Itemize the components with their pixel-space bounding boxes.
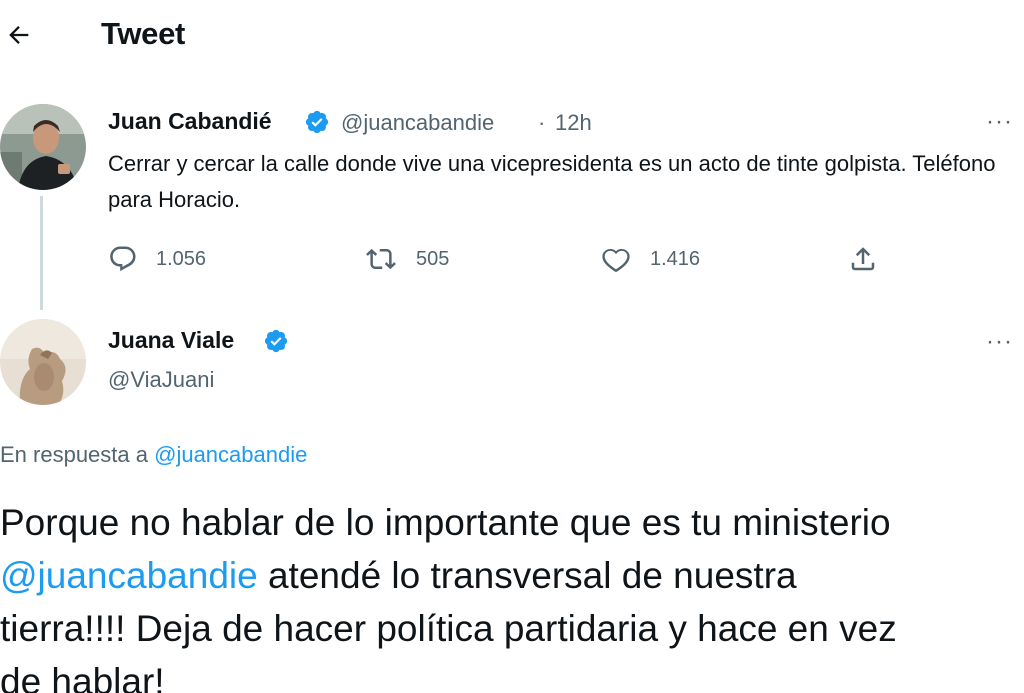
reply-prefix: En respuesta a	[0, 442, 148, 467]
retweet-icon	[366, 248, 396, 270]
author-handle-2[interactable]: @ViaJuani	[108, 367, 214, 393]
retweet-count: 505	[416, 247, 450, 270]
tweet-body-2: Porque no hablar de lo importante que es…	[0, 496, 1024, 693]
tweet-body: Cerrar y cercar la calle donde vive una …	[108, 151, 996, 212]
author-handle[interactable]: @juancabandie	[341, 110, 494, 136]
reply-icon	[110, 246, 136, 272]
like-button[interactable]: 1.416	[600, 243, 700, 275]
retweet-button[interactable]: 505	[364, 243, 449, 275]
share-icon	[851, 247, 875, 271]
tweet-body-line1: Porque no hablar de lo importante que es…	[0, 502, 891, 543]
avatar-juan-cabandie[interactable]	[0, 104, 86, 190]
reply-count: 1.056	[156, 247, 207, 270]
reply-context: En respuesta a @juancabandie	[0, 442, 307, 468]
arrow-left-icon	[9, 26, 29, 44]
top-bar: Tweet	[0, 0, 1024, 72]
author-name[interactable]: Juan Cabandié	[108, 108, 272, 135]
verified-badge-icon	[305, 110, 329, 134]
verified-badge-icon-2	[264, 329, 288, 353]
heart-icon	[602, 248, 630, 273]
share-button[interactable]	[848, 243, 878, 275]
back-button[interactable]	[2, 18, 36, 52]
reply-button[interactable]: 1.056	[108, 243, 206, 275]
like-count: 1.416	[650, 247, 701, 270]
more-options-button-2[interactable]: ···	[986, 330, 1013, 354]
mention-link[interactable]: @juancabandie	[0, 555, 258, 596]
page-title: Tweet	[101, 16, 186, 51]
reply-mention-link[interactable]: @juancabandie	[154, 442, 307, 467]
thread-connector-line	[40, 196, 43, 310]
author-name-2[interactable]: Juana Viale	[108, 327, 234, 354]
more-options-button[interactable]: ···	[986, 110, 1013, 134]
avatar-juana-viale[interactable]	[0, 319, 86, 405]
meta-separator: ·	[538, 110, 546, 135]
tweet-timestamp[interactable]: 12h	[555, 110, 592, 136]
